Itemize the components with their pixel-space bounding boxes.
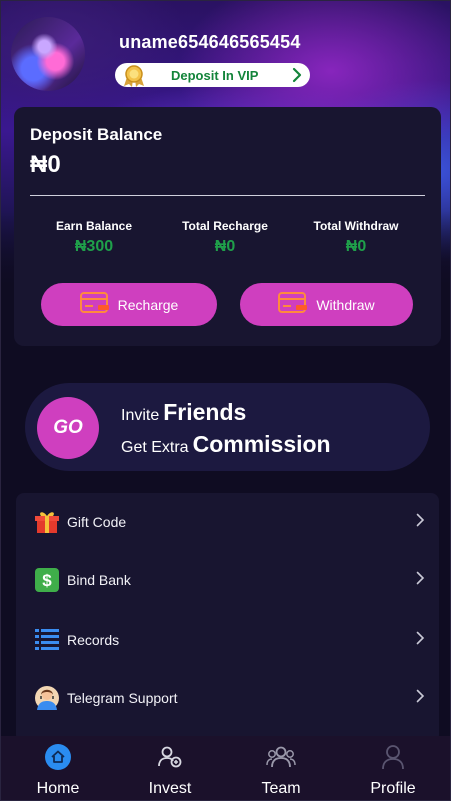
stat-label: Total Recharge [182, 219, 268, 233]
invite-line-2: Get Extra Commission [121, 431, 331, 458]
nav-profile[interactable]: Profile [343, 742, 443, 798]
gift-icon [34, 509, 60, 535]
vip-badge-icon [121, 65, 147, 87]
chevron-right-icon [416, 513, 425, 532]
invest-icon [120, 742, 220, 772]
menu-item-label: Telegram Support [67, 690, 178, 706]
balance-title: Deposit Balance [30, 125, 163, 144]
invite-highlight: Commission [192, 431, 331, 457]
chevron-right-icon [416, 631, 425, 650]
divider [30, 195, 425, 196]
menu-item-gift-code[interactable]: Gift Code [16, 493, 439, 551]
stat-total-withdraw: Total Withdraw ₦0 [296, 219, 416, 256]
invite-prefix: Get Extra [121, 439, 189, 456]
chevron-right-icon [292, 67, 302, 88]
chevron-right-icon [416, 689, 425, 708]
stat-label: Total Withdraw [313, 219, 399, 233]
username: uname654646565454 [119, 32, 301, 52]
invite-highlight: Friends [163, 399, 247, 425]
balance-card: Deposit Balance ₦0 Earn Balance ₦300 Tot… [14, 107, 441, 346]
menu-item-label: Gift Code [67, 514, 127, 530]
menu-item-label: Records [67, 632, 120, 648]
withdraw-label: Withdraw [316, 296, 375, 313]
app-screen: uname654646565454 Deposit In VIP Deposit… [0, 0, 451, 801]
invite-prefix: Invite [121, 407, 160, 424]
home-icon [8, 742, 108, 772]
nav-label: Team [261, 780, 301, 797]
team-icon [231, 742, 331, 772]
card-icon [79, 292, 110, 317]
chevron-right-icon [416, 571, 425, 590]
withdraw-button[interactable]: Withdraw [240, 283, 413, 326]
avatar[interactable] [11, 17, 85, 91]
invite-banner[interactable]: GO Invite Friends Get Extra Commission [25, 383, 430, 471]
vip-label: Deposit In VIP [171, 67, 259, 83]
menu-list: Gift Code $ Bind Bank Records Telegram S… [16, 493, 439, 743]
svg-text:$: $ [42, 571, 52, 590]
list-icon [34, 627, 60, 653]
stat-value: ₦0 [214, 238, 236, 255]
stat-label: Earn Balance [55, 219, 133, 233]
go-button[interactable]: GO [37, 397, 99, 459]
menu-item-bind-bank[interactable]: $ Bind Bank [16, 551, 439, 609]
nav-invest[interactable]: Invest [120, 742, 220, 798]
bottom-nav: Home Invest Team Profile [1, 736, 450, 800]
invite-line-1: Invite Friends [121, 399, 246, 426]
menu-item-telegram-support[interactable]: Telegram Support [16, 669, 439, 727]
support-agent-icon [34, 685, 60, 711]
stat-total-recharge: Total Recharge ₦0 [165, 219, 285, 256]
dollar-icon: $ [34, 567, 60, 593]
menu-item-records[interactable]: Records [16, 611, 439, 669]
nav-label: Profile [370, 780, 416, 797]
nav-label: Invest [148, 780, 192, 797]
stat-value: ₦300 [74, 238, 114, 255]
stat-earn-balance: Earn Balance ₦300 [34, 219, 154, 256]
nav-team[interactable]: Team [231, 742, 331, 798]
profile-icon [343, 742, 443, 772]
recharge-button[interactable]: Recharge [41, 283, 217, 326]
card-icon [278, 292, 308, 317]
nav-home[interactable]: Home [8, 742, 108, 798]
nav-label: Home [36, 780, 80, 797]
stat-value: ₦0 [345, 238, 367, 255]
balance-value: ₦0 [30, 151, 61, 178]
recharge-label: Recharge [117, 296, 179, 313]
menu-item-label: Bind Bank [67, 572, 131, 588]
deposit-vip-button[interactable]: Deposit In VIP [115, 63, 310, 87]
